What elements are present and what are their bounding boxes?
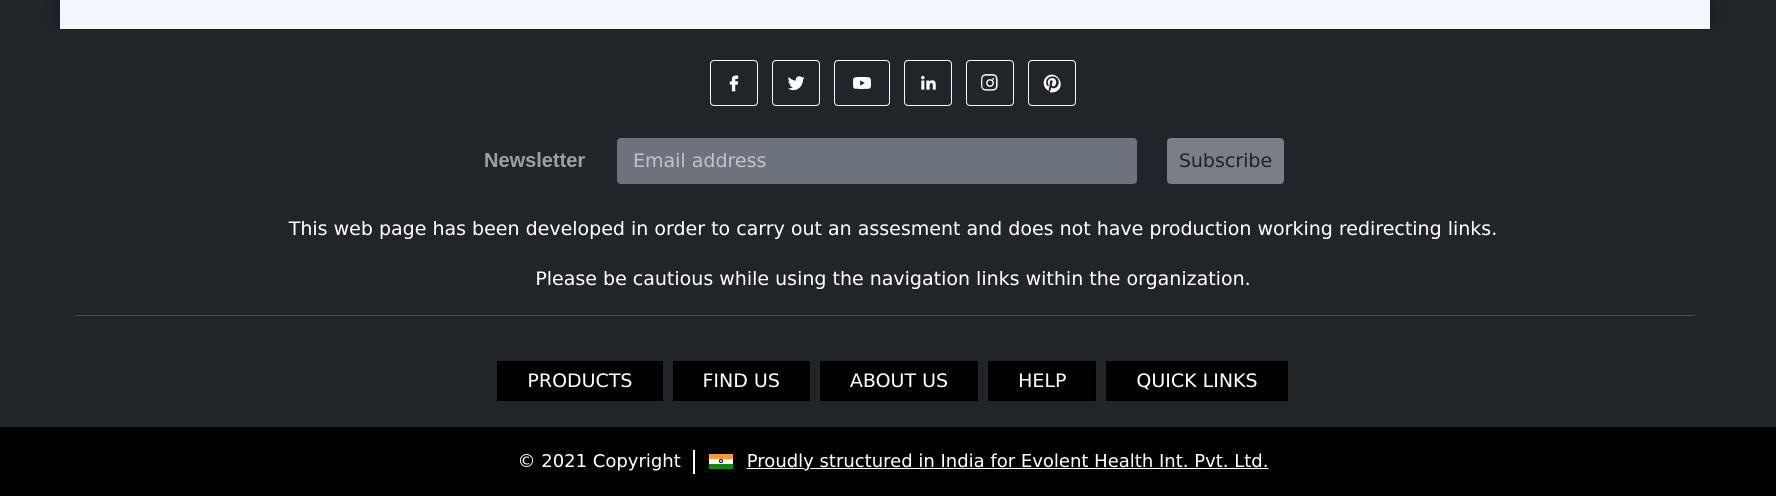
content-card-bottom-edge [60,0,1710,29]
india-flag-icon [708,453,733,470]
vertical-separator [692,449,695,474]
youtube-icon [853,77,871,89]
caution-text: Please be cautious while using the navig… [535,268,1251,290]
youtube-button[interactable] [834,60,890,106]
facebook-button[interactable] [710,60,758,106]
nav-products-button[interactable]: PRODUCTS [497,361,663,401]
copyright-text: © 2021 Copyright [517,451,681,472]
footer-divider [75,315,1695,316]
instagram-button[interactable] [966,60,1014,106]
linkedin-icon [921,75,936,90]
nav-find-us-button[interactable]: FIND US [672,361,810,401]
pinterest-button[interactable] [1028,60,1076,106]
nav-about-us-button[interactable]: ABOUT US [819,361,979,401]
nav-quick-links-button[interactable]: QUICK LINKS [1106,361,1288,401]
twitter-button[interactable] [772,60,820,106]
nav-help-button[interactable]: HELP [988,361,1097,401]
copyright-bar: © 2021 Copyright Proudly structured in I… [0,427,1776,496]
newsletter-form: Newsletter Subscribe [484,138,1284,184]
email-input[interactable] [617,138,1137,184]
twitter-icon [787,76,805,91]
disclaimer-text: This web page has been developed in orde… [288,218,1498,240]
site-footer: Newsletter Subscribe This web page has b… [0,30,1776,427]
facebook-icon [729,75,739,92]
credit-link[interactable]: Proudly structured in India for Evolent … [747,451,1269,472]
newsletter-label: Newsletter [484,149,586,172]
subscribe-button[interactable]: Subscribe [1167,138,1284,184]
instagram-icon [981,74,998,91]
social-links [0,60,1776,106]
pinterest-icon [1043,74,1061,93]
footer-nav: PRODUCTS FIND US ABOUT US HELP QUICK LIN… [0,361,1776,401]
linkedin-button[interactable] [904,60,952,106]
